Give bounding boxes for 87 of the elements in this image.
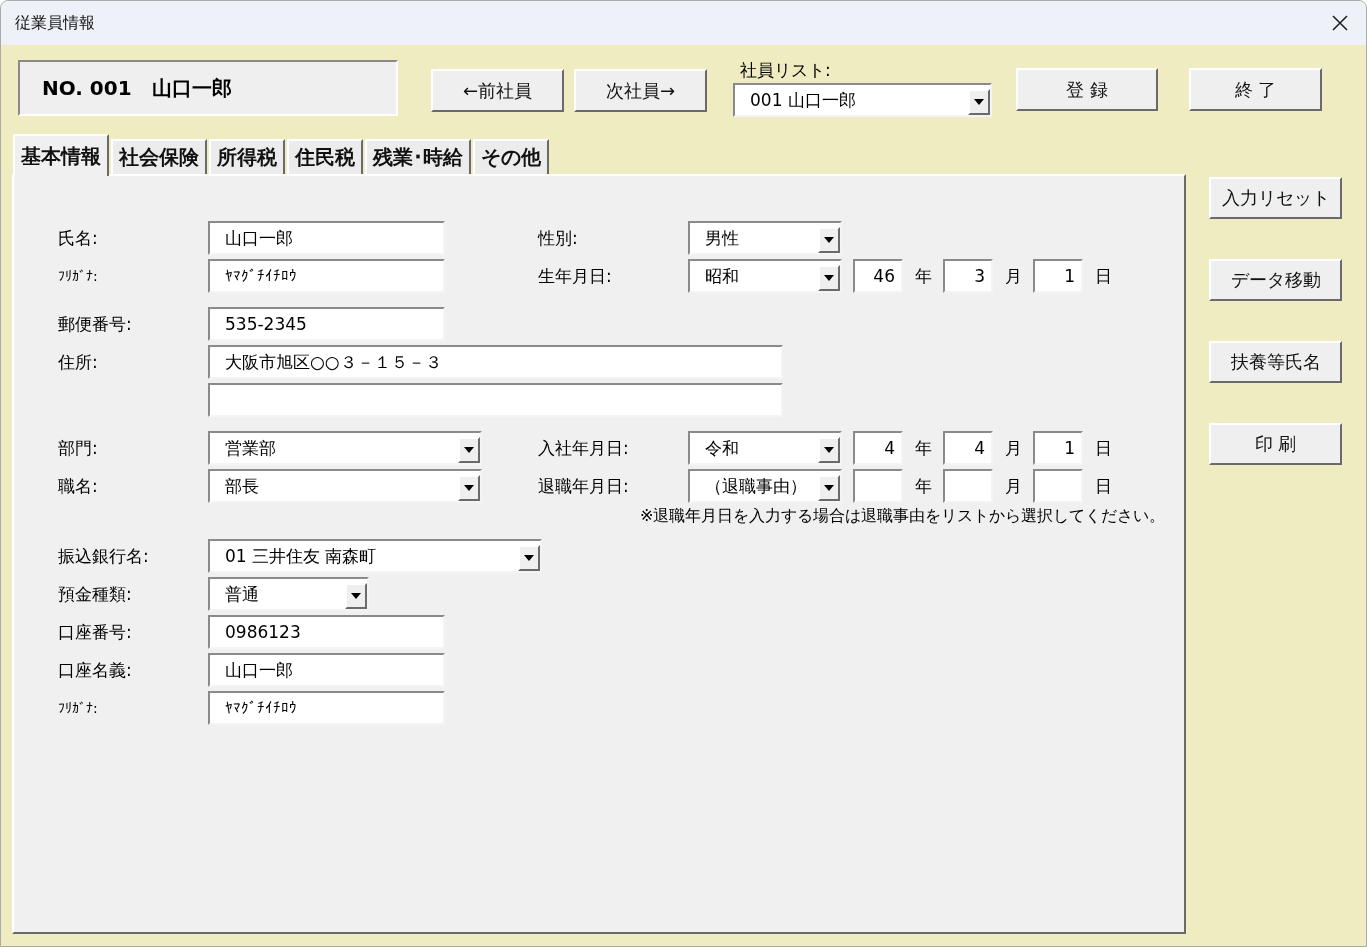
day-field[interactable] bbox=[1033, 469, 1083, 503]
era-select[interactable]: 令和 bbox=[688, 431, 842, 465]
field-label: 生年月日: bbox=[538, 264, 613, 288]
name-field[interactable]: 山口一郎 bbox=[208, 221, 445, 255]
unit-label: 月 bbox=[1003, 474, 1023, 498]
close-icon[interactable] bbox=[1332, 15, 1348, 31]
employee-select[interactable]: 001 山口一郎 bbox=[733, 83, 992, 117]
month-field[interactable] bbox=[943, 469, 993, 503]
field-label: 退職年月日: bbox=[538, 474, 630, 498]
caret-icon bbox=[524, 555, 534, 561]
year-field[interactable]: 4 bbox=[853, 431, 903, 465]
bank-select[interactable]: 01 三井住友 南森町 bbox=[208, 539, 542, 573]
field-label: 性別: bbox=[538, 226, 579, 250]
field-label: 郵便番号: bbox=[58, 312, 133, 336]
caret-icon bbox=[824, 485, 834, 491]
field-label: ﾌﾘｶﾞﾅ: bbox=[58, 268, 99, 284]
address-field[interactable]: 大阪市旭区○○３－１５－３ bbox=[208, 345, 783, 379]
dropdown-button[interactable] bbox=[968, 89, 990, 115]
field-label: 口座番号: bbox=[58, 620, 133, 644]
side-button[interactable]: 扶養等氏名 bbox=[1209, 341, 1342, 383]
day-field[interactable]: 1 bbox=[1033, 431, 1083, 465]
unit-label: 年 bbox=[913, 436, 933, 460]
dropdown-button[interactable] bbox=[458, 475, 480, 501]
caret-icon bbox=[824, 237, 834, 243]
day-field[interactable]: 1 bbox=[1033, 259, 1083, 293]
field-label: 職名: bbox=[58, 474, 99, 498]
unit-label: 日 bbox=[1093, 474, 1113, 498]
dropdown-button[interactable] bbox=[458, 437, 480, 463]
dropdown-button[interactable] bbox=[818, 437, 840, 463]
nav-button[interactable]: 次社員→ bbox=[574, 69, 707, 112]
tab[interactable]: 社会保険 bbox=[111, 139, 207, 174]
employee-list-label: 社員リスト: bbox=[740, 60, 832, 80]
nav-button[interactable]: ←前社員 bbox=[431, 69, 564, 112]
field-label: 預金種類: bbox=[58, 582, 133, 606]
exit-button[interactable]: 終 了 bbox=[1189, 68, 1322, 111]
era-select[interactable]: （退職事由） bbox=[688, 469, 842, 503]
unit-label: 月 bbox=[1003, 264, 1023, 288]
retire-note: ※退職年月日を入力する場合は退職事由をリストから選択してください。 bbox=[639, 504, 1167, 527]
unit-label: 年 bbox=[913, 474, 933, 498]
tab[interactable]: 基本情報 bbox=[13, 134, 109, 176]
account-type-select[interactable]: 普通 bbox=[208, 577, 369, 611]
tab[interactable]: その他 bbox=[473, 139, 549, 174]
dropdown-button[interactable] bbox=[345, 583, 367, 609]
tab[interactable]: 所得税 bbox=[209, 139, 285, 174]
unit-label: 日 bbox=[1093, 264, 1113, 288]
holder-kana-field[interactable]: ﾔﾏｸﾞﾁｲﾁﾛｳ bbox=[208, 691, 445, 725]
dropdown-button[interactable] bbox=[518, 545, 540, 571]
dropdown-button[interactable] bbox=[818, 227, 840, 253]
era-select[interactable]: 昭和 bbox=[688, 259, 842, 293]
caret-icon bbox=[351, 593, 361, 599]
caret-icon bbox=[464, 485, 474, 491]
record-caption: NO. 001 山口一郎 bbox=[18, 60, 398, 116]
caret-icon bbox=[464, 447, 474, 453]
unit-label: 月 bbox=[1003, 436, 1023, 460]
field-label: 氏名: bbox=[58, 226, 99, 250]
gender-select[interactable]: 男性 bbox=[688, 221, 842, 255]
account-holder-field[interactable]: 山口一郎 bbox=[208, 653, 445, 687]
month-field[interactable]: 4 bbox=[943, 431, 993, 465]
window-title: 従業員情報 bbox=[15, 12, 95, 34]
caret-icon bbox=[824, 447, 834, 453]
dropdown-button[interactable] bbox=[818, 265, 840, 291]
field-label: 部門: bbox=[58, 436, 99, 460]
side-button[interactable]: 入力リセット bbox=[1209, 177, 1342, 219]
field-label: 入社年月日: bbox=[538, 436, 630, 460]
tab[interactable]: 残業･時給 bbox=[365, 139, 471, 174]
address-line-field[interactable] bbox=[208, 383, 783, 417]
month-field[interactable]: 3 bbox=[943, 259, 993, 293]
field-label: 口座名義: bbox=[58, 658, 133, 682]
field-label: ﾌﾘｶﾞﾅ: bbox=[58, 700, 99, 716]
unit-label: 日 bbox=[1093, 436, 1113, 460]
side-button[interactable]: データ移動 bbox=[1209, 259, 1342, 301]
position-select[interactable]: 部長 bbox=[208, 469, 482, 503]
postal-code-field[interactable]: 535-2345 bbox=[208, 307, 445, 341]
year-field[interactable] bbox=[853, 469, 903, 503]
account-number-field[interactable]: 0986123 bbox=[208, 615, 445, 649]
caret-icon bbox=[824, 275, 834, 281]
side-button[interactable]: 印 刷 bbox=[1209, 423, 1342, 465]
tab[interactable]: 住民税 bbox=[287, 139, 363, 174]
department-select[interactable]: 営業部 bbox=[208, 431, 482, 465]
dropdown-button[interactable] bbox=[818, 475, 840, 501]
unit-label: 年 bbox=[913, 264, 933, 288]
year-field[interactable]: 46 bbox=[853, 259, 903, 293]
field-label: 住所: bbox=[58, 350, 99, 374]
caret-icon bbox=[974, 99, 984, 105]
register-button[interactable]: 登 録 bbox=[1016, 68, 1158, 111]
field-label: 振込銀行名: bbox=[58, 544, 150, 568]
kana-field[interactable]: ﾔﾏｸﾞﾁｲﾁﾛｳ bbox=[208, 259, 445, 293]
